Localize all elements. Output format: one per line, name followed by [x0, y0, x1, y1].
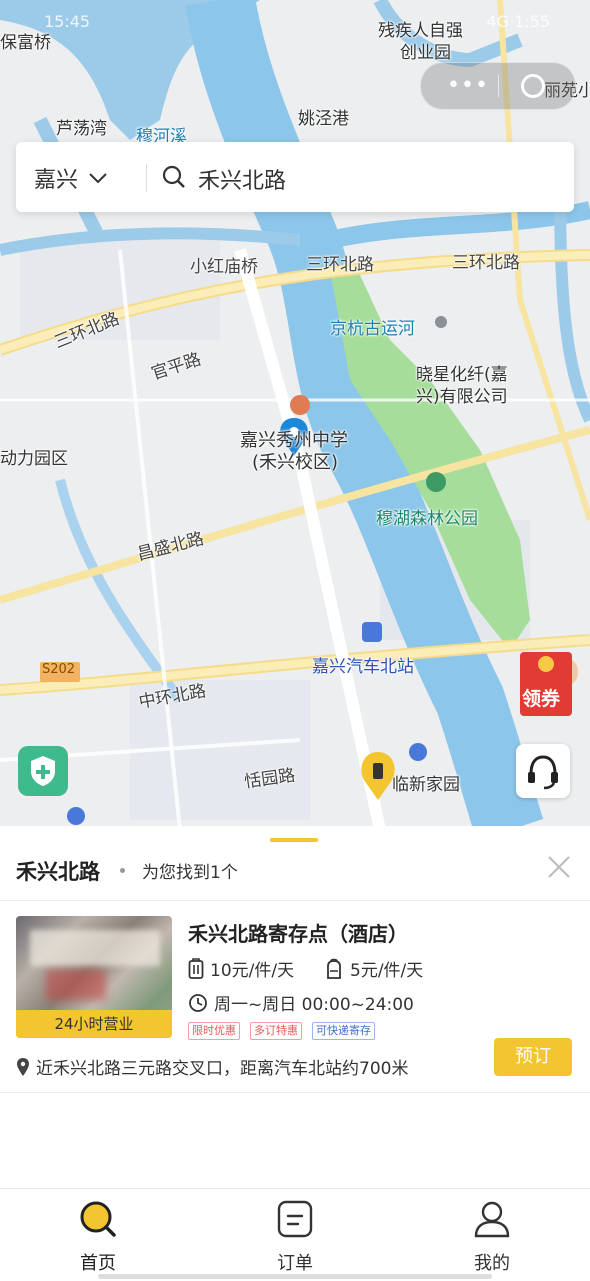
search-icon — [80, 1201, 116, 1237]
suitcase-icon — [188, 957, 204, 979]
store-address-text: 近禾兴北路三元路交叉口，距离汽车北站约700米 — [36, 1059, 409, 1079]
tag-limited-discount: 限时优惠 — [188, 1022, 240, 1040]
headset-icon — [528, 755, 558, 790]
status-time: 15:45 — [44, 12, 91, 31]
luggage-price-text: 10元/件/天 — [210, 961, 295, 981]
results-count: 为您找到1个 — [142, 863, 238, 883]
city-name: 嘉兴 — [34, 168, 79, 193]
tag-multi-order-discount: 多订特惠 — [250, 1022, 302, 1040]
chevron-down-icon — [89, 173, 107, 184]
tab-orders[interactable]: 订单 — [235, 1199, 355, 1275]
map-label: 创业园 — [400, 43, 451, 63]
bag-price: 5元/件/天 — [324, 956, 423, 981]
status-indicators: 4G 1:55 — [486, 12, 550, 31]
status-bar: 15:45 4G 1:55 — [0, 0, 590, 40]
map-label: 小红庙桥 — [190, 257, 258, 277]
map-label: 芦荡湾 — [56, 119, 107, 139]
tab-home-label: 首页 — [80, 1253, 116, 1274]
results-header: 禾兴北路 为您找到1个 — [16, 856, 576, 886]
map-label: 兴)有限公司 — [416, 387, 508, 407]
close-icon[interactable] — [546, 854, 572, 880]
tag-express-storage: 可快递寄存 — [312, 1022, 375, 1040]
search-icon — [162, 165, 185, 188]
luggage-price: 10元/件/天 — [188, 956, 294, 981]
map-label: 三环北路 — [306, 255, 374, 275]
store-photo: 24小时营业 — [16, 916, 172, 1038]
open-24h-badge: 24小时营业 — [16, 1010, 172, 1038]
results-title: 禾兴北路 — [16, 860, 100, 884]
map-label: 穆湖森林公园 — [376, 509, 478, 529]
backpack-icon — [327, 958, 341, 979]
more-menu-icon[interactable]: ••• — [447, 73, 489, 98]
book-button[interactable]: 预订 — [494, 1038, 572, 1076]
sheet-drag-handle[interactable] — [270, 838, 318, 842]
map-label: 嘉兴汽车北站 — [312, 657, 414, 677]
map-label: 姚泾港 — [298, 109, 349, 129]
city-selector[interactable]: 嘉兴 — [34, 162, 108, 194]
tab-home[interactable]: 首页 — [38, 1199, 158, 1275]
tab-profile[interactable]: 我的 — [432, 1199, 552, 1275]
tab-orders-label: 订单 — [277, 1253, 313, 1274]
capsule-divider — [498, 75, 499, 97]
clock-icon — [189, 993, 207, 1012]
user-icon — [474, 1201, 510, 1238]
store-card[interactable]: 24小时营业 禾兴北路寄存点（酒店） 10元/件/天 5元/件/天 周一~周日 … — [0, 914, 590, 1090]
opening-hours-text: 周一~周日 00:00~24:00 — [214, 995, 414, 1015]
results-sheet[interactable]: 禾兴北路 为您找到1个 24小时营业 禾兴北路寄存点（酒店） 10元/件/天 5… — [0, 826, 590, 1188]
search-bar[interactable]: 嘉兴 禾兴北路 — [16, 142, 574, 212]
tab-profile-label: 我的 — [474, 1253, 510, 1274]
map-label: 临新家园 — [392, 775, 460, 795]
map-view[interactable]: 保富桥 残疾人自强 创业园 芦荡湾 穆河溪 姚泾港 小红庙桥 三环北路 三环北路… — [0, 0, 590, 830]
map-label: 京杭古运河 — [330, 319, 415, 339]
map-label: 动力园区 — [0, 449, 68, 469]
opening-hours: 周一~周日 00:00~24:00 — [188, 990, 414, 1015]
divider — [0, 900, 590, 901]
map-label: (禾兴校区) — [252, 452, 339, 473]
miniprogram-capsule[interactable]: ••• — [420, 62, 576, 110]
map-label: 三环北路 — [452, 253, 520, 273]
map-label: S202 — [42, 662, 76, 677]
customer-service-button[interactable] — [516, 744, 570, 798]
search-input[interactable]: 禾兴北路 — [198, 163, 286, 195]
order-icon — [277, 1200, 313, 1238]
search-divider — [146, 164, 147, 192]
home-indicator — [98, 1274, 492, 1279]
divider — [0, 1092, 590, 1093]
separator-dot — [120, 868, 125, 873]
store-name: 禾兴北路寄存点（酒店） — [188, 922, 408, 946]
close-miniprogram-icon[interactable] — [521, 74, 545, 98]
shield-icon — [31, 756, 55, 786]
bag-price-text: 5元/件/天 — [350, 961, 424, 981]
coupon-label: 领券 — [522, 688, 561, 710]
safety-button[interactable] — [18, 746, 68, 796]
bottom-tab-bar: 首页 订单 我的 — [0, 1188, 590, 1281]
location-icon — [17, 1057, 29, 1076]
store-address: 近禾兴北路三元路交叉口，距离汽车北站约700米 — [16, 1054, 408, 1079]
coupon-button[interactable]: 领券 — [516, 650, 580, 718]
